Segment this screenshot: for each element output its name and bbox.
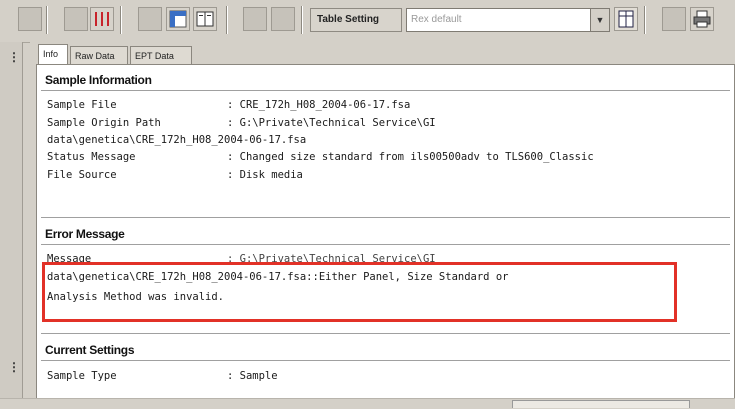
row-key: Sample Origin Path <box>47 117 161 129</box>
info-content: Sample Information Sample File : CRE_172h… <box>36 64 735 399</box>
info-panel: Info Raw Data EPT Data Sample Informatio… <box>30 42 735 408</box>
tab-raw-data[interactable]: Raw Data <box>70 46 128 64</box>
toolbar-button-1[interactable] <box>18 7 42 31</box>
splitter-grip-icon: ⋮ <box>8 50 20 64</box>
toolbar: Table Setting Rex default ▼ <box>0 0 735 43</box>
row-key: File Source <box>47 169 117 181</box>
table-setting-combo[interactable]: Rex default ▼ <box>406 8 610 32</box>
row-value: : G:\Private\Technical Service\GI <box>227 117 436 129</box>
printer-icon <box>693 10 711 28</box>
table-view-icon[interactable] <box>166 7 190 31</box>
toolbar-button-5[interactable] <box>271 7 295 31</box>
section-heading-sample-information: Sample Information <box>45 73 152 87</box>
toolbar-button-3[interactable] <box>138 7 162 31</box>
row-key: Sample Type <box>47 370 117 382</box>
table-setting-button[interactable]: Table Setting <box>310 8 402 32</box>
print-icon[interactable] <box>690 7 714 31</box>
blue-grid-icon <box>169 10 187 28</box>
red-bars-icon <box>95 12 109 26</box>
row-key: data\genetica\CRE_172h_H08_2004-06-17.fs… <box>47 134 307 146</box>
row-value: : Disk media <box>227 169 303 181</box>
bars-chart-icon[interactable] <box>90 7 114 31</box>
divider <box>41 333 730 334</box>
divider <box>41 360 730 361</box>
status-field <box>512 400 690 408</box>
toolbar-button-2[interactable] <box>64 7 88 31</box>
toolbar-button-6[interactable] <box>662 7 686 31</box>
section-heading-current-settings: Current Settings <box>45 343 135 357</box>
info-row: Status Message : Changed size standard fr… <box>47 151 594 163</box>
toolbar-separator <box>46 6 48 34</box>
info-row: File Source : Disk media <box>47 169 303 181</box>
toolbar-separator <box>301 6 303 34</box>
settings-row: Sample Type : Sample <box>47 370 278 382</box>
divider <box>41 244 730 245</box>
splitter-grip-icon: ⋮ <box>8 360 20 374</box>
info-row: Sample File : CRE_172h_H08_2004-06-17.fsa <box>47 99 410 111</box>
tab-ept-data[interactable]: EPT Data <box>130 46 192 64</box>
info-row: Sample Origin Path : G:\Private\Technical… <box>47 117 436 129</box>
row-value: : Sample <box>227 370 278 382</box>
toolbar-separator <box>120 6 122 34</box>
row-key: Sample File <box>47 99 117 111</box>
row-value: : Changed size standard from ils00500adv… <box>227 151 594 163</box>
info-row: data\genetica\CRE_172h_H08_2004-06-17.fs… <box>47 134 306 146</box>
toolbar-separator <box>226 6 228 34</box>
left-splitter[interactable]: ⋮ ⋮ <box>0 42 23 408</box>
row-value: : CRE_172h_H08_2004-06-17.fsa <box>227 99 411 111</box>
divider <box>41 90 730 91</box>
toolbar-separator <box>644 6 646 34</box>
toolbar-button-4[interactable] <box>243 7 267 31</box>
grid-icon <box>618 10 634 28</box>
tab-info[interactable]: Info <box>38 44 68 65</box>
copy-pages-icon <box>196 11 214 27</box>
error-highlight-box <box>42 262 677 322</box>
divider <box>41 217 730 218</box>
row-key: Status Message <box>47 151 136 163</box>
table-edit-icon[interactable] <box>614 7 638 31</box>
combo-value: Rex default <box>411 14 462 25</box>
document-copy-icon[interactable] <box>193 7 217 31</box>
chevron-down-icon[interactable]: ▼ <box>590 9 609 31</box>
section-heading-error-message: Error Message <box>45 227 125 241</box>
